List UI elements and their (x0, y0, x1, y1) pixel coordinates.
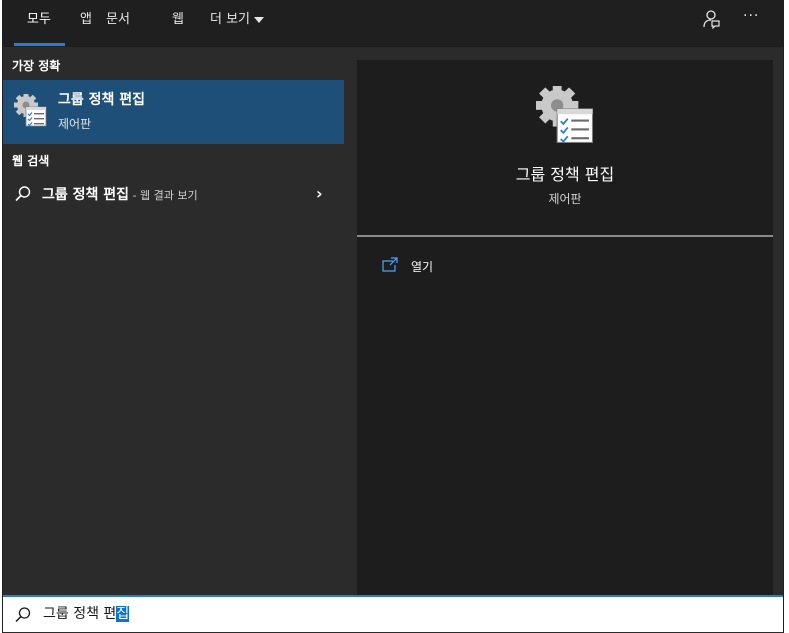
results-pane: 가장 정확 그룹 정책 편집 제어판 웹 검색 그룹 정책 편집 - 웹 결과 … (3, 47, 346, 595)
web-result-suffix: - 웹 결과 보기 (129, 189, 198, 202)
web-result-query: 그룹 정책 편집 (42, 187, 130, 203)
more-options-icon[interactable]: ··· (743, 8, 759, 24)
search-input[interactable]: 그룹 정책 편집 (43, 605, 130, 624)
detail-subtitle: 제어판 (548, 192, 582, 206)
detail-title: 그룹 정책 편집 (515, 165, 615, 184)
tab-all[interactable]: 모두 (27, 10, 51, 30)
best-match-heading: 가장 정확 (12, 59, 61, 73)
best-match-title: 그룹 정책 편집 (58, 92, 146, 108)
active-tab-indicator (14, 43, 65, 46)
search-box[interactable]: 그룹 정책 편집 (3, 595, 783, 632)
search-query-selection: 집 (116, 606, 130, 622)
feedback-icon[interactable] (701, 9, 721, 29)
open-icon (382, 257, 398, 272)
web-result-title: 그룹 정책 편집 - 웹 결과 보기 (42, 184, 198, 204)
detail-pane: 그룹 정책 편집 제어판 열기 (357, 60, 773, 595)
best-match-item[interactable]: 그룹 정책 편집 제어판 (3, 80, 344, 144)
open-label: 열기 (411, 260, 434, 274)
search-window: 모두 앱 문서 웹 더 보기 ··· 가장 정확 그룹 정책 편집 제어판 웹 … (2, 0, 784, 633)
chevron-right-icon[interactable]: › (316, 184, 323, 203)
tab-apps[interactable]: 앱 (80, 10, 92, 30)
web-search-heading: 웹 검색 (12, 154, 50, 168)
tab-documents[interactable]: 문서 (106, 10, 130, 30)
search-query-text: 그룹 정책 편 (43, 606, 117, 622)
tab-more[interactable]: 더 보기 (210, 10, 265, 30)
caret-down-icon (254, 16, 265, 23)
detail-divider (357, 235, 773, 237)
search-tab-bar: 모두 앱 문서 웹 더 보기 ··· (3, 0, 783, 47)
search-icon (15, 186, 31, 202)
group-policy-large-icon (536, 86, 593, 143)
search-icon (15, 607, 31, 623)
group-policy-icon (14, 94, 47, 127)
web-search-result[interactable]: 그룹 정책 편집 - 웹 결과 보기 › (3, 177, 344, 209)
tab-more-label: 더 보기 (210, 12, 251, 27)
best-match-subtitle: 제어판 (58, 117, 92, 131)
tab-web[interactable]: 웹 (172, 10, 184, 30)
